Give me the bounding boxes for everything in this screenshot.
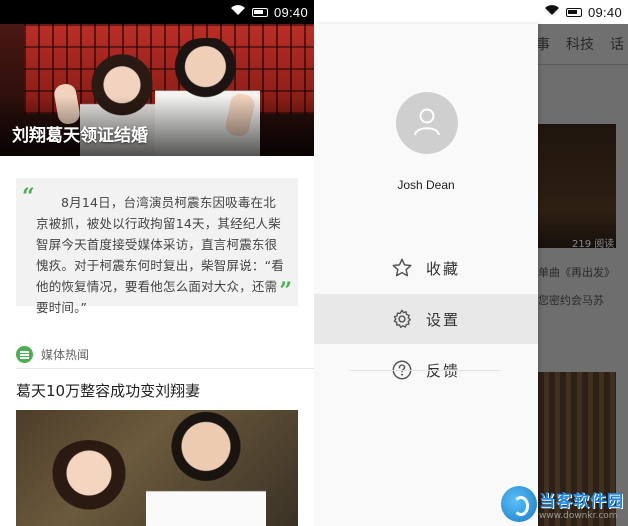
news-feed-screen: 09:40 刘翔葛天领证结婚 “ 8月14日，台湾演员柯震东因吸毒在北京被抓，被… xyxy=(0,0,314,526)
divider xyxy=(16,368,314,369)
menu-item-settings[interactable]: 设置 xyxy=(314,294,538,344)
status-time: 09:40 xyxy=(273,4,308,20)
drawer-screen: 09:40 事 科技 话 219 阅读 单曲《再出发》 您密约会马苏 Josh … xyxy=(314,0,628,526)
section-label: 媒体热闻 xyxy=(41,348,90,362)
menu-label: 收藏 xyxy=(426,260,461,278)
watermark-logo-icon xyxy=(500,486,537,522)
battery-icon xyxy=(565,7,582,17)
user-name: Josh Dean xyxy=(397,178,455,192)
tab-partial[interactable]: 事 xyxy=(536,34,550,54)
article-snippet: 单曲《再出发》 xyxy=(538,266,615,279)
menu-item-favorites[interactable]: 收藏 xyxy=(314,243,538,293)
article-title[interactable]: 葛天10万整容成功变刘翔妻 xyxy=(16,380,200,401)
tab-tech[interactable]: 科技 xyxy=(566,34,594,54)
star-icon xyxy=(392,258,412,277)
status-bar: 09:40 xyxy=(314,0,628,24)
battery-icon xyxy=(251,7,268,17)
gear-icon xyxy=(393,309,411,328)
watermark-url: www.downkr.com xyxy=(538,511,618,521)
article-snippet: 您密约会马苏 xyxy=(538,294,604,307)
wifi-icon xyxy=(544,4,560,20)
quote-text: 8月14日，台湾演员柯震东因吸毒在北京被抓，被处以行政拘留14天，其经纪人柴智屏… xyxy=(36,195,284,315)
article-thumbnail xyxy=(538,124,616,248)
section-header: 媒体热闻 xyxy=(16,346,89,363)
avatar[interactable] xyxy=(396,92,458,154)
status-bar: 09:40 xyxy=(0,0,314,24)
watermark: 当客软件园 www.downkr.com xyxy=(500,486,624,522)
news-icon xyxy=(16,346,33,363)
quote-open-mark: “ xyxy=(22,184,35,210)
divider xyxy=(350,370,500,371)
read-count: 219 阅读 xyxy=(572,239,615,250)
watermark-brand: 当客软件园 xyxy=(538,491,624,510)
hero-title: 刘翔葛天领证结婚 xyxy=(12,126,148,146)
user-icon xyxy=(414,108,440,136)
tab-partial[interactable]: 话 xyxy=(610,34,624,54)
navigation-drawer: Josh Dean 收藏 设置 反馈 xyxy=(314,24,538,526)
hero-banner[interactable]: 刘翔葛天领证结婚 xyxy=(0,24,314,156)
quote-card[interactable]: “ 8月14日，台湾演员柯震东因吸毒在北京被抓，被处以行政拘留14天，其经纪人柴… xyxy=(16,178,298,315)
menu-label: 设置 xyxy=(426,311,461,329)
article-image[interactable] xyxy=(16,410,298,526)
status-time: 09:40 xyxy=(587,4,622,20)
wifi-icon xyxy=(230,4,246,20)
quote-close-mark: ” xyxy=(279,278,292,304)
